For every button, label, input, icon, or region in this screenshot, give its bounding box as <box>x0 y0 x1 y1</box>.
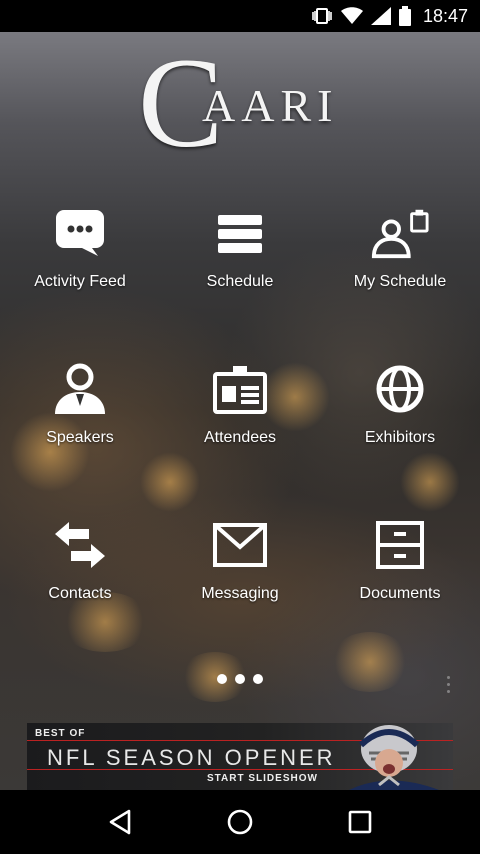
scroll-indicator <box>447 676 451 698</box>
menu-item-schedule[interactable]: Schedule <box>160 205 320 325</box>
recents-square-icon <box>348 810 372 834</box>
vibrate-icon <box>311 7 333 25</box>
banner-title: NFL SEASON OPENER <box>47 745 336 770</box>
swap-arrows-icon <box>50 517 110 573</box>
menu-item-speakers[interactable]: Speakers <box>0 361 160 481</box>
globe-icon <box>370 361 430 417</box>
promo-banner[interactable]: BEST OF NFL SEASON OPENER START SLIDESHO… <box>27 723 453 790</box>
menu-item-exhibitors[interactable]: Exhibitors <box>320 361 480 481</box>
envelope-icon <box>210 517 270 573</box>
banner-cta[interactable]: START SLIDESHOW <box>207 773 318 784</box>
back-triangle-icon <box>109 809 131 835</box>
menu-item-activity-feed[interactable]: Activity Feed <box>0 205 160 325</box>
page-dot <box>253 674 263 684</box>
menu-item-documents[interactable]: Documents <box>320 517 480 637</box>
page-indicator[interactable] <box>0 674 480 684</box>
menu-item-attendees[interactable]: Attendees <box>160 361 320 481</box>
caari-logo: C AARI <box>138 32 339 174</box>
banner-kicker: BEST OF <box>35 728 86 739</box>
signal-icon <box>370 7 391 25</box>
home-button[interactable] <box>220 802 260 842</box>
page-dot <box>217 674 227 684</box>
player-photo <box>339 723 449 790</box>
user-clipboard-icon <box>370 205 430 261</box>
list-icon <box>210 205 270 261</box>
file-cabinet-icon <box>370 517 430 573</box>
wifi-icon <box>340 7 363 25</box>
back-button[interactable] <box>100 802 140 842</box>
status-bar: 18:47 <box>0 0 480 32</box>
home-circle-icon <box>227 809 253 835</box>
chat-bubble-icon <box>50 205 110 261</box>
recents-button[interactable] <box>340 802 380 842</box>
menu-item-messaging[interactable]: Messaging <box>160 517 320 637</box>
battery-icon <box>398 6 411 26</box>
menu-item-contacts[interactable]: Contacts <box>0 517 160 637</box>
menu-item-my-schedule[interactable]: My Schedule <box>320 205 480 325</box>
page-dot <box>235 674 245 684</box>
speaker-user-icon <box>50 361 110 417</box>
android-nav-bar <box>0 790 480 854</box>
status-time: 18:47 <box>422 5 468 26</box>
id-badge-icon <box>210 361 270 417</box>
